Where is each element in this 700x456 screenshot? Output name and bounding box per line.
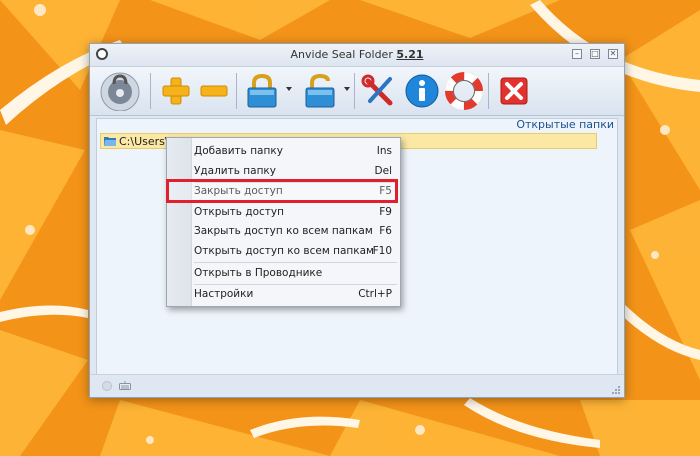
annotation-highlight-frame — [166, 179, 398, 203]
open-access-dropdown-arrow[interactable] — [344, 87, 350, 91]
close-access-icon[interactable] — [242, 71, 282, 111]
menu-item-label: Закрыть доступ ко всем папкам — [194, 225, 373, 237]
menu-item-label: Настройки — [194, 288, 254, 300]
info-icon[interactable] — [402, 71, 442, 111]
menu-item-shortcut: F6 — [379, 225, 392, 237]
app-title: Anvide Seal Folder — [290, 48, 393, 61]
menu-item-label: Открыть доступ — [194, 206, 284, 218]
exit-icon[interactable] — [494, 71, 534, 111]
help-lifebuoy-icon[interactable] — [444, 71, 484, 111]
menu-item-open-in-explorer[interactable]: Открыть в Проводнике — [194, 264, 392, 282]
menu-item-shortcut: F9 — [379, 206, 392, 218]
menu-item-label: Открыть в Проводнике — [194, 267, 323, 279]
menu-item-label: Добавить папку — [194, 145, 283, 157]
add-folder-icon[interactable] — [156, 71, 196, 111]
status-bar — [90, 374, 624, 397]
settings-tools-icon[interactable] — [360, 71, 400, 111]
maximize-button[interactable]: □ — [590, 49, 600, 59]
menu-item-label: Открыть доступ ко всем папкам — [194, 245, 374, 257]
menu-separator — [194, 262, 397, 263]
window-title: Anvide Seal Folder 5.21 — [90, 48, 624, 61]
menu-item-label: Удалить папку — [194, 165, 276, 177]
status-indicator-icon — [102, 381, 112, 391]
lock-disc-icon[interactable] — [98, 71, 144, 112]
folder-path: C:\Users\ — [119, 135, 169, 148]
minimize-button[interactable]: – — [572, 49, 582, 59]
menu-item-shortcut: F10 — [372, 245, 392, 257]
menu-item-settings[interactable]: Настройки Ctrl+P — [194, 285, 392, 303]
toolbar-separator — [354, 73, 355, 109]
close-window-button[interactable]: ✕ — [608, 49, 618, 59]
open-access-icon[interactable] — [300, 71, 340, 111]
keyboard-icon[interactable] — [119, 381, 131, 390]
close-access-dropdown-arrow[interactable] — [286, 87, 292, 91]
toolbar-separator — [236, 73, 237, 109]
title-bar[interactable]: Anvide Seal Folder 5.21 – □ ✕ — [90, 44, 624, 67]
menu-item-add-folder[interactable]: Добавить папку Ins — [194, 142, 392, 160]
toolbar — [90, 67, 624, 116]
remove-folder-icon[interactable] — [194, 71, 234, 111]
menu-item-close-access-all[interactable]: Закрыть доступ ко всем папкам F6 — [194, 222, 392, 240]
open-folders-label: Открытые папки — [516, 118, 614, 131]
toolbar-separator — [488, 73, 489, 109]
menu-item-shortcut: Ins — [376, 145, 392, 157]
menu-item-shortcut: Ctrl+P — [358, 288, 392, 300]
context-menu: Добавить папку Ins Удалить папку Del Зак… — [166, 137, 401, 307]
toolbar-separator — [150, 73, 151, 109]
menu-item-open-access[interactable]: Открыть доступ F9 — [194, 203, 392, 221]
menu-item-shortcut: Del — [374, 165, 392, 177]
resize-grip-icon[interactable] — [610, 384, 620, 394]
context-menu-gutter — [167, 138, 192, 306]
folder-icon — [104, 137, 116, 146]
menu-item-remove-folder[interactable]: Удалить папку Del — [194, 162, 392, 180]
app-version-link[interactable]: 5.21 — [396, 48, 423, 61]
menu-item-open-access-all[interactable]: Открыть доступ ко всем папкам F10 — [194, 242, 392, 260]
